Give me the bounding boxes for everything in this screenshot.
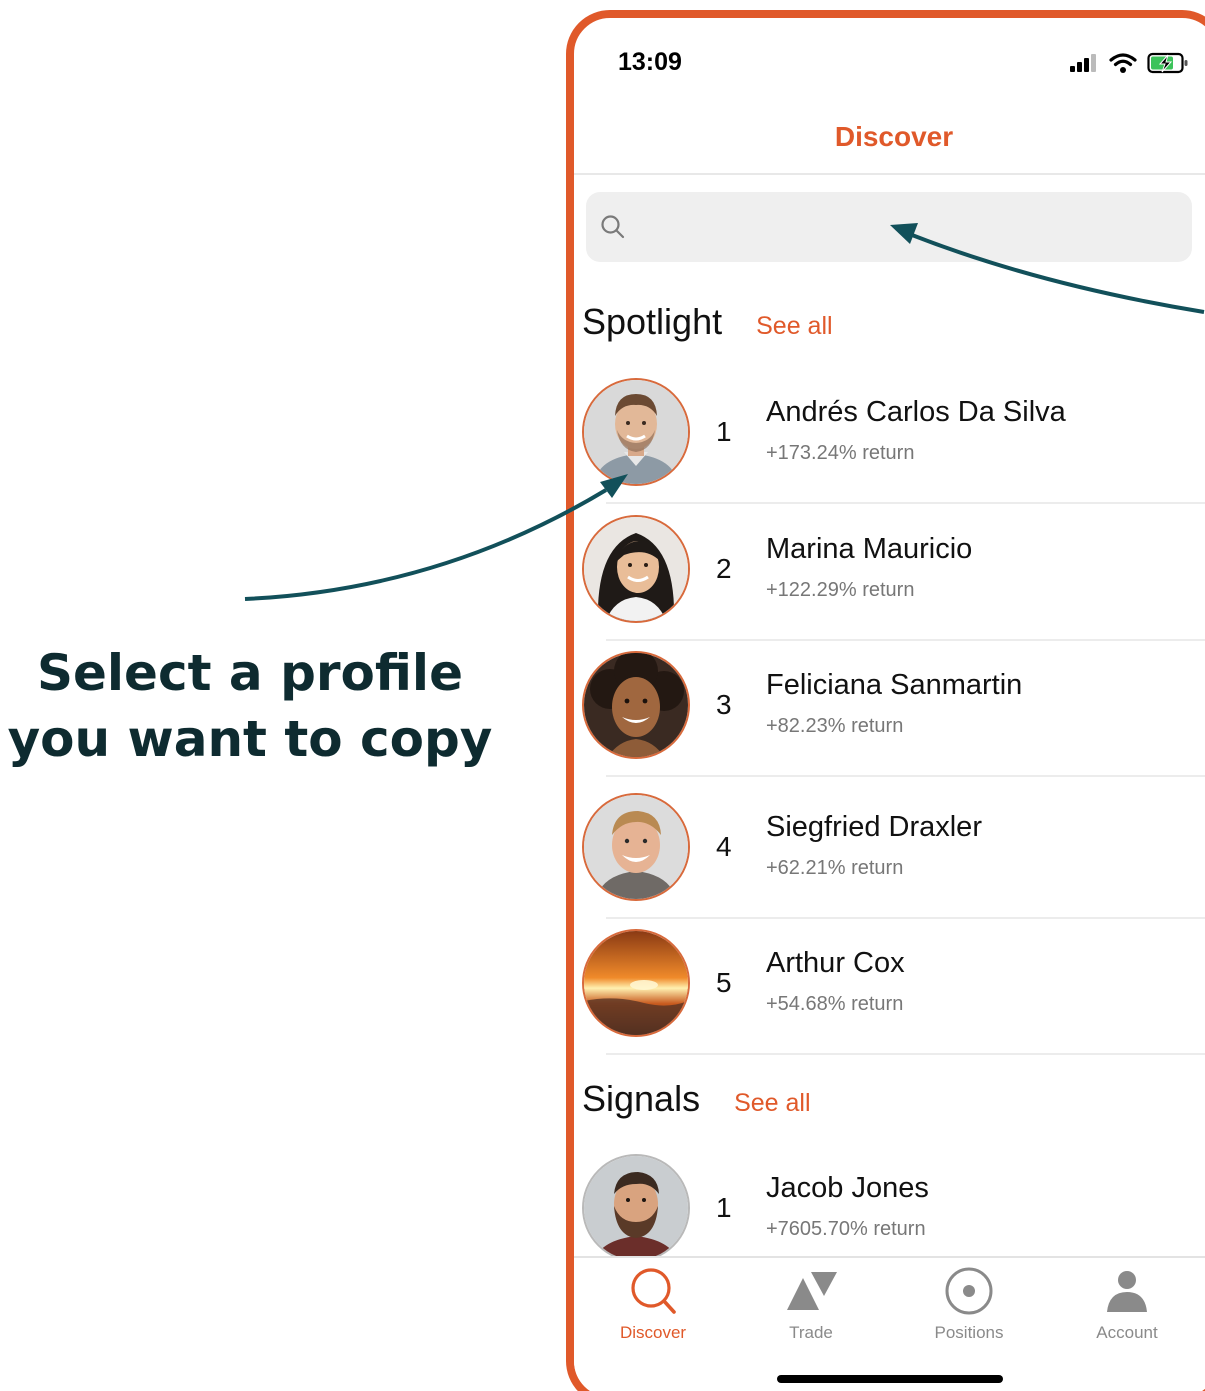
- signal-icon: [1070, 54, 1096, 72]
- signals-header: Signals See all: [582, 1078, 811, 1120]
- search-icon: [601, 215, 625, 239]
- tab-label: Account: [1096, 1323, 1158, 1342]
- battery-charging-icon: [1147, 52, 1188, 74]
- rank-number: 3: [716, 689, 732, 720]
- spotlight-see-all-link[interactable]: See all: [756, 312, 832, 341]
- callout-line-1: Select a profile: [37, 644, 463, 702]
- trader-name: Feliciana Sanmartin: [766, 669, 1023, 701]
- list-item[interactable]: 3 Feliciana Sanmartin +82.23% return: [582, 651, 1205, 789]
- avatar: [582, 929, 690, 1037]
- phone-screen: 13:09 Discover Spotlight See all 1 André…: [566, 10, 1205, 1391]
- trader-return: +173.24% return: [766, 442, 915, 464]
- trader-name: Siegfried Draxler: [766, 811, 982, 843]
- instruction-callout: Select a profile you want to copy: [0, 640, 500, 772]
- search-icon: [631, 1268, 676, 1314]
- status-bar: 13:09: [574, 18, 1205, 108]
- row-divider: [606, 775, 1205, 777]
- avatar: [582, 651, 690, 759]
- signals-title: Signals: [582, 1078, 701, 1119]
- avatar: [582, 793, 690, 901]
- spotlight-header: Spotlight See all: [582, 301, 833, 343]
- page-title: Discover: [834, 121, 954, 152]
- list-item[interactable]: 1 Andrés Carlos Da Silva +173.24% return: [582, 378, 1205, 516]
- row-divider: [606, 917, 1205, 919]
- tab-label: Positions: [934, 1323, 1004, 1342]
- list-item[interactable]: 2 Marina Mauricio +122.29% return: [582, 515, 1205, 653]
- list-item[interactable]: 5 Arthur Cox +54.68% return: [582, 929, 1205, 1067]
- row-divider: [606, 1053, 1205, 1055]
- wifi-icon: [1109, 53, 1137, 73]
- trader-return: +122.29% return: [766, 579, 915, 601]
- trader-return: +82.23% return: [766, 715, 904, 737]
- trade-icon: [787, 1272, 837, 1310]
- rank-number: 4: [716, 831, 732, 862]
- status-time: 13:09: [618, 48, 682, 76]
- rank-number: 1: [716, 1192, 732, 1223]
- tab-trade[interactable]: Trade: [736, 1266, 886, 1343]
- tab-account[interactable]: Account: [1052, 1266, 1202, 1343]
- tab-discover[interactable]: Discover: [578, 1266, 728, 1343]
- trader-return: +62.21% return: [766, 857, 904, 879]
- rank-number: 5: [716, 967, 732, 998]
- account-icon: [1107, 1271, 1147, 1312]
- tab-label: Discover: [619, 1323, 687, 1342]
- positions-icon: [945, 1267, 993, 1315]
- trader-return: +7605.70% return: [766, 1218, 926, 1240]
- search-bar[interactable]: [586, 192, 1192, 262]
- trader-name: Marina Mauricio: [766, 533, 973, 565]
- home-indicator: [777, 1375, 1003, 1383]
- tab-positions[interactable]: Positions: [894, 1266, 1044, 1343]
- callout-line-2: you want to copy: [7, 710, 493, 768]
- rank-number: 2: [716, 553, 732, 584]
- row-divider: [606, 639, 1205, 641]
- trader-name: Andrés Carlos Da Silva: [766, 396, 1066, 428]
- list-item[interactable]: 4 Siegfried Draxler +62.21% return: [582, 793, 1205, 931]
- status-icons: [1069, 52, 1189, 74]
- spotlight-title: Spotlight: [582, 301, 723, 342]
- profile-arrow: [244, 488, 608, 601]
- avatar: [582, 1154, 690, 1262]
- trader-name: Arthur Cox: [766, 947, 905, 979]
- avatar: [582, 515, 690, 623]
- trader-name: Jacob Jones: [766, 1172, 929, 1204]
- header-divider: [574, 173, 1205, 175]
- signals-see-all-link[interactable]: See all: [734, 1089, 810, 1118]
- trader-return: +54.68% return: [766, 993, 904, 1015]
- row-divider: [606, 502, 1205, 504]
- rank-number: 1: [716, 416, 732, 447]
- search-input[interactable]: [634, 192, 1174, 262]
- tab-bar: Discover Trade Positions Account: [574, 1256, 1205, 1391]
- tab-label: Trade: [789, 1323, 833, 1342]
- avatar: [582, 378, 690, 486]
